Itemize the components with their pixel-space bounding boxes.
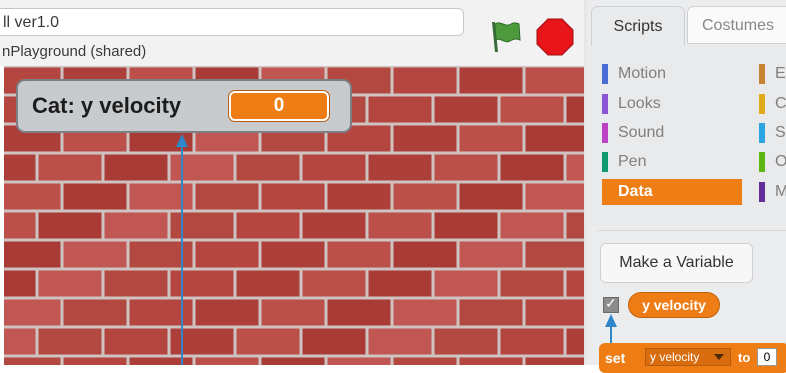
category-label: Motion (618, 65, 667, 82)
variable-show-checkbox[interactable]: ✓ (603, 295, 619, 313)
set-block-value-input[interactable]: 0 (757, 348, 777, 366)
project-author-line: nPlayground (shared) (2, 43, 147, 60)
stage[interactable]: Cat: y velocity 0 (4, 66, 584, 365)
category-color-swatch (602, 152, 608, 172)
variable-monitor-value: 0 (229, 91, 329, 121)
category-color-swatch (602, 94, 608, 114)
project-title-text: ll ver1.0 (3, 14, 60, 31)
make-a-variable-button[interactable]: Make a Variable (600, 243, 753, 283)
category-sensing[interactable]: S (759, 121, 786, 145)
category-label: Sound (618, 124, 665, 141)
variable-monitor-label: Cat: y velocity (32, 93, 182, 118)
project-title-field[interactable]: ll ver1.0 (0, 8, 464, 36)
set-block-verb: set (605, 350, 626, 366)
category-control[interactable]: C (759, 92, 786, 116)
category-color-swatch (759, 94, 765, 114)
tab-costumes[interactable]: Costumes (687, 6, 786, 44)
category-color-swatch (759, 152, 765, 172)
tab-scripts[interactable]: Scripts (591, 6, 685, 46)
category-pen[interactable]: Pen (602, 150, 732, 174)
category-motion[interactable]: Motion (602, 62, 732, 86)
category-label: Looks (618, 95, 661, 112)
variable-monitor[interactable]: Cat: y velocity 0 (16, 79, 352, 133)
category-sound[interactable]: Sound (602, 121, 732, 145)
category-label: Pen (618, 153, 647, 170)
category-color-swatch (602, 64, 608, 84)
set-block-variable-dropdown[interactable]: y velocity (645, 348, 731, 366)
dropdown-arrow-icon (714, 354, 724, 360)
variable-reporter-block[interactable]: y velocity (628, 292, 720, 318)
set-block-variable-name: y velocity (650, 350, 700, 364)
green-flag-icon[interactable] (486, 18, 522, 54)
category-label: M (775, 183, 786, 200)
stage-header: ll ver1.0 nPlayground (shared) (0, 0, 584, 66)
set-block-to-label: to (738, 350, 751, 365)
category-operators[interactable]: O (759, 150, 786, 174)
category-label: C (775, 95, 786, 112)
category-data[interactable]: Data (602, 179, 742, 205)
category-color-swatch (759, 182, 765, 202)
category-looks[interactable]: Looks (602, 92, 732, 116)
category-list: Motion Looks Sound Pen Data E C S O M (587, 46, 786, 226)
category-more-blocks[interactable]: M (759, 180, 786, 204)
checkmark-icon: ✓ (605, 295, 617, 311)
set-variable-block[interactable]: set y velocity to 0 (599, 343, 786, 373)
category-label: S (775, 124, 786, 141)
category-color-swatch (759, 123, 765, 143)
category-label: E (775, 65, 786, 82)
category-events[interactable]: E (759, 62, 786, 86)
category-label: Data (618, 183, 653, 200)
category-color-swatch (759, 64, 765, 84)
category-label: O (775, 153, 786, 170)
stop-sign-icon[interactable] (536, 18, 574, 56)
category-color-swatch (602, 123, 608, 143)
palette-divider (597, 230, 786, 231)
